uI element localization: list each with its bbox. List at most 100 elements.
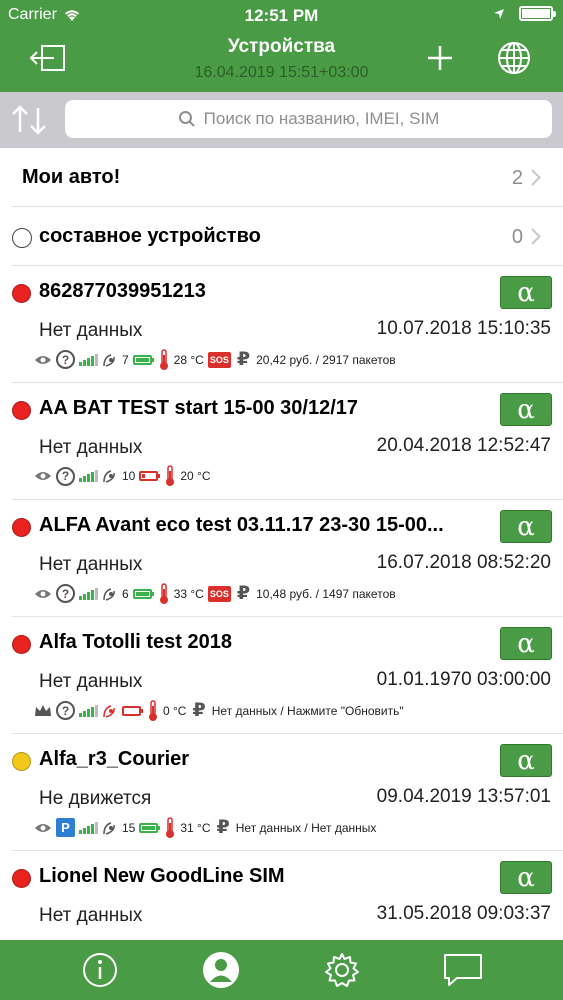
- device-datetime: 20.04.2018 12:52:47: [376, 435, 551, 456]
- alpha-button[interactable]: α: [500, 861, 552, 894]
- battery-icon: [132, 588, 154, 599]
- battery-empty-icon: [122, 705, 143, 716]
- signal-bars-icon: [79, 353, 98, 366]
- device-indicators: ? 10 20 °C: [34, 465, 211, 487]
- temperature: 20 °C: [180, 469, 211, 483]
- device-datetime: 01.01.1970 03:00:00: [376, 669, 551, 690]
- satellite-icon: [102, 586, 118, 602]
- device-status: Нет данных: [39, 905, 143, 926]
- thermometer-icon: [158, 582, 170, 605]
- device-datetime: 31.05.2018 09:03:37: [376, 903, 551, 924]
- search-bar: Поиск по названию, IMEI, SIM: [0, 92, 563, 148]
- device-row[interactable]: Lionel New GoodLine SIM α Нет данных 31.…: [12, 851, 563, 940]
- battery-icon: [519, 6, 556, 21]
- balance: 10,48 руб. / 1497 пакетов: [256, 586, 396, 601]
- sort-arrows-icon: [8, 100, 50, 140]
- search-input[interactable]: Поиск по названию, IMEI, SIM: [65, 100, 552, 138]
- alpha-button[interactable]: α: [500, 744, 552, 777]
- plus-icon: [427, 45, 453, 71]
- page-title: Устройства: [227, 36, 336, 57]
- group-count: 2: [511, 167, 523, 189]
- question-icon: ?: [56, 584, 75, 603]
- device-name: Alfa_r3_Courier: [39, 748, 190, 770]
- status-dot: [12, 518, 31, 537]
- satellite-icon: [102, 352, 118, 368]
- status-dot: [12, 635, 31, 654]
- battery-low-icon: [139, 471, 161, 481]
- battery-icon: [132, 354, 154, 365]
- radio-circle-icon[interactable]: [12, 228, 32, 248]
- group-row-composite[interactable]: составное устройство 0: [12, 207, 563, 266]
- signal-bars-icon: [79, 821, 98, 834]
- device-row[interactable]: ALFA Avant eco test 03.11.17 23-30 15-00…: [12, 500, 563, 617]
- signal-bars-icon: [79, 704, 98, 717]
- question-icon: ?: [56, 466, 75, 486]
- alpha-button[interactable]: α: [500, 276, 552, 309]
- add-button[interactable]: [420, 38, 460, 78]
- thermometer-icon: [164, 465, 176, 487]
- balance: 20,42 руб. / 2917 пакетов: [256, 352, 396, 367]
- satellite-count: 7: [122, 352, 129, 367]
- status-dot: [12, 869, 31, 888]
- settings-icon: [323, 951, 361, 989]
- satellite-icon: [102, 820, 118, 836]
- tab-info[interactable]: [78, 948, 122, 992]
- ruble-icon: ₽: [236, 583, 251, 604]
- alpha-button[interactable]: α: [500, 510, 552, 543]
- satellite-count: 15: [122, 820, 136, 835]
- temperature: 28 °C: [173, 352, 204, 367]
- tab-settings[interactable]: [320, 948, 364, 992]
- globe-icon: [497, 41, 531, 75]
- sort-button[interactable]: [8, 100, 50, 140]
- device-status: Нет данных: [39, 320, 143, 341]
- chevron-right-icon: [531, 169, 541, 186]
- device-name: ALFA Avant eco test 03.11.17 23-30 15-00…: [39, 514, 444, 536]
- clock: 12:51 PM: [244, 6, 319, 25]
- device-status: Нет данных: [39, 437, 143, 458]
- thermometer-icon: [158, 348, 170, 371]
- device-datetime: 16.07.2018 08:52:20: [376, 552, 551, 573]
- search-placeholder: Поиск по названию, IMEI, SIM: [203, 109, 440, 128]
- satellite-icon: [102, 468, 118, 484]
- status-dot: [12, 284, 31, 303]
- satellite-count: 10: [122, 469, 136, 483]
- device-name: 862877039951213: [39, 280, 206, 302]
- page-subtitle: 16.04.2019 15:51+03:00: [194, 64, 369, 81]
- alpha-button[interactable]: α: [500, 627, 552, 660]
- signal-bars-icon: [79, 470, 98, 482]
- status-dot: [12, 401, 31, 420]
- device-row[interactable]: Alfa_r3_Courier α Не движется 09.04.2019…: [12, 734, 563, 851]
- status-bar: Carrier 12:51 PM: [0, 4, 563, 28]
- device-row[interactable]: AA BAT TEST start 15-00 30/12/17 α Нет д…: [12, 383, 563, 500]
- device-indicators: ? 0 °C ₽ Нет данных / Нажмите "Обновить": [34, 699, 404, 722]
- satellite-off-icon: [102, 703, 118, 719]
- chevron-right-icon: [531, 228, 541, 245]
- question-icon: ?: [56, 701, 75, 720]
- parking-icon: P: [56, 818, 75, 837]
- tab-profile[interactable]: [199, 948, 243, 992]
- device-name: Alfa Totolli test 2018: [39, 631, 233, 653]
- status-dot: [12, 752, 31, 771]
- device-row[interactable]: 862877039951213 α Нет данных 10.07.2018 …: [12, 266, 563, 383]
- device-indicators: ? 6 33 °C SOS ₽ 10,48 руб. / 1497 пакето…: [34, 582, 396, 605]
- device-row[interactable]: Alfa Totolli test 2018 α Нет данных 01.0…: [12, 617, 563, 734]
- battery-icon: [139, 822, 161, 833]
- group-row-my-cars[interactable]: Мои авто! 2: [12, 148, 563, 207]
- alpha-button[interactable]: α: [500, 393, 552, 426]
- group-count: 0: [511, 226, 523, 248]
- tab-chat[interactable]: [441, 948, 485, 992]
- location-arrow-icon: [493, 8, 505, 20]
- ruble-icon: ₽: [192, 700, 206, 721]
- search-icon: [178, 110, 196, 128]
- device-status: Нет данных: [39, 671, 143, 692]
- device-indicators: ? 7 28 °C SOS ₽ 20,42 руб. / 2917 пакето…: [34, 348, 396, 371]
- device-indicators: P 15 31 °C ₽ Нет данных / Нет данных: [34, 816, 376, 839]
- tab-bar: [0, 940, 563, 1000]
- device-datetime: 10.07.2018 15:10:35: [376, 318, 551, 339]
- device-datetime: 09.04.2019 13:57:01: [376, 786, 551, 807]
- info-icon: [82, 952, 118, 988]
- eye-icon: [34, 354, 52, 366]
- device-name: Lionel New GoodLine SIM: [39, 865, 285, 887]
- map-button[interactable]: [494, 38, 534, 78]
- temperature: 0 °C: [163, 703, 187, 718]
